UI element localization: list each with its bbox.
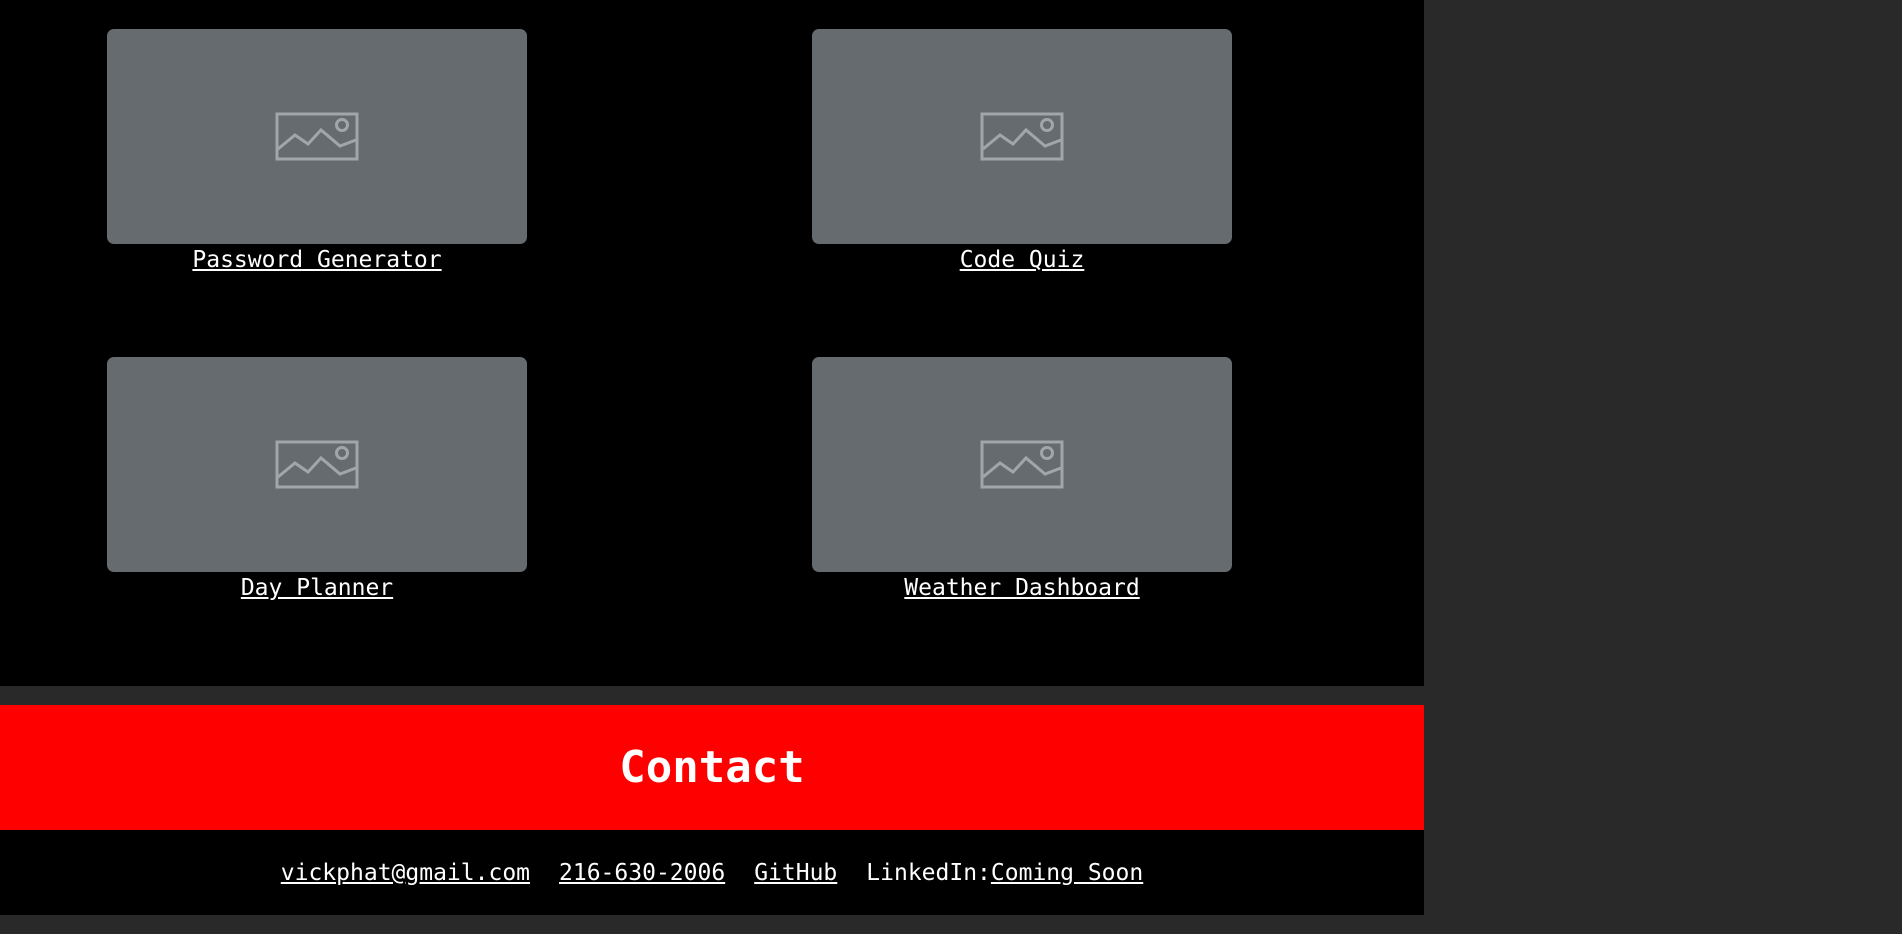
image-placeholder-icon [980, 440, 1064, 489]
project-link-day-planner[interactable]: Day Planner [241, 574, 393, 603]
image-placeholder-icon [275, 440, 359, 489]
github-link[interactable]: GitHub [754, 860, 837, 886]
image-placeholder-icon [275, 112, 359, 161]
image-placeholder-icon [980, 112, 1064, 161]
project-card-password-generator: Password Generator [107, 29, 527, 275]
project-thumbnail[interactable] [107, 357, 527, 572]
project-link-code-quiz[interactable]: Code Quiz [960, 246, 1085, 275]
project-link-password-generator[interactable]: Password Generator [192, 246, 441, 275]
projects-section: Password Generator Code Quiz Day Planner [0, 0, 1424, 686]
contact-footer: vickphat@gmail.com 216-630-2006 GitHub L… [0, 830, 1424, 915]
email-link[interactable]: vickphat@gmail.com [281, 860, 530, 886]
project-card-day-planner: Day Planner [107, 357, 527, 603]
project-thumbnail[interactable] [107, 29, 527, 244]
linkedin-label: LinkedIn: [866, 859, 991, 886]
phone-link[interactable]: 216-630-2006 [559, 860, 725, 886]
project-card-weather-dashboard: Weather Dashboard [812, 357, 1232, 603]
project-thumbnail[interactable] [812, 29, 1232, 244]
linkedin-link[interactable]: Coming Soon [991, 860, 1143, 886]
contact-banner: Contact [0, 705, 1424, 830]
contact-heading: Contact [619, 741, 805, 793]
project-link-weather-dashboard[interactable]: Weather Dashboard [904, 574, 1139, 603]
project-card-code-quiz: Code Quiz [812, 29, 1232, 275]
project-thumbnail[interactable] [812, 357, 1232, 572]
